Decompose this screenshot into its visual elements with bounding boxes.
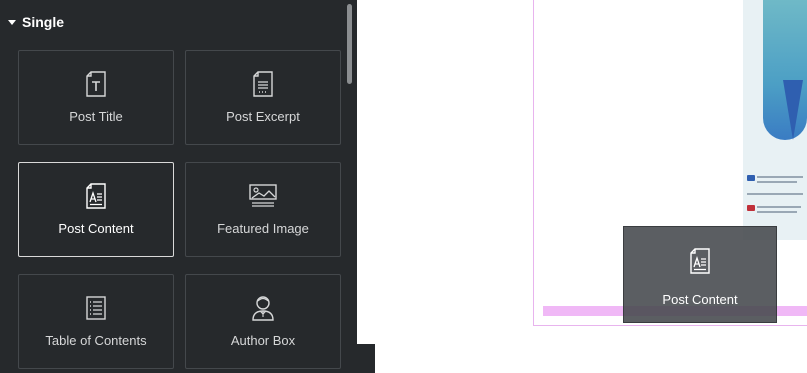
- widget-panel: Single Post Title Post Excerpt Post Cont…: [0, 0, 357, 373]
- drag-ghost-post-content[interactable]: Post Content: [623, 226, 777, 323]
- table-of-contents-icon: [85, 295, 107, 321]
- widget-post-excerpt[interactable]: Post Excerpt: [185, 50, 341, 145]
- caret-down-icon: [8, 20, 16, 25]
- featured-image-icon: [248, 183, 278, 209]
- drag-ghost-label: Post Content: [662, 292, 738, 307]
- widget-table-of-contents[interactable]: Table of Contents: [18, 274, 174, 369]
- author-box-icon: [250, 295, 276, 321]
- widget-label: Table of Contents: [45, 333, 147, 348]
- section-title: Single: [22, 14, 65, 30]
- widget-author-box[interactable]: Author Box: [185, 274, 341, 369]
- widget-featured-image[interactable]: Featured Image: [185, 162, 341, 257]
- post-excerpt-icon: [252, 71, 274, 97]
- widget-label: Featured Image: [217, 221, 309, 236]
- widget-post-content[interactable]: Post Content: [18, 162, 174, 257]
- widget-label: Author Box: [230, 333, 296, 348]
- widget-post-title[interactable]: Post Title: [18, 50, 174, 145]
- widget-label: Post Content: [58, 221, 134, 236]
- post-title-icon: [85, 71, 107, 97]
- featured-poster-image: [743, 0, 807, 240]
- post-content-icon: [85, 183, 107, 209]
- widget-label: Post Excerpt: [226, 109, 300, 124]
- post-content-icon: [689, 248, 711, 274]
- panel-scrollbar[interactable]: [347, 4, 352, 84]
- section-toggle-single[interactable]: Single: [8, 14, 64, 30]
- panel-resize-corner[interactable]: [357, 344, 375, 373]
- widget-label: Post Title: [69, 109, 123, 124]
